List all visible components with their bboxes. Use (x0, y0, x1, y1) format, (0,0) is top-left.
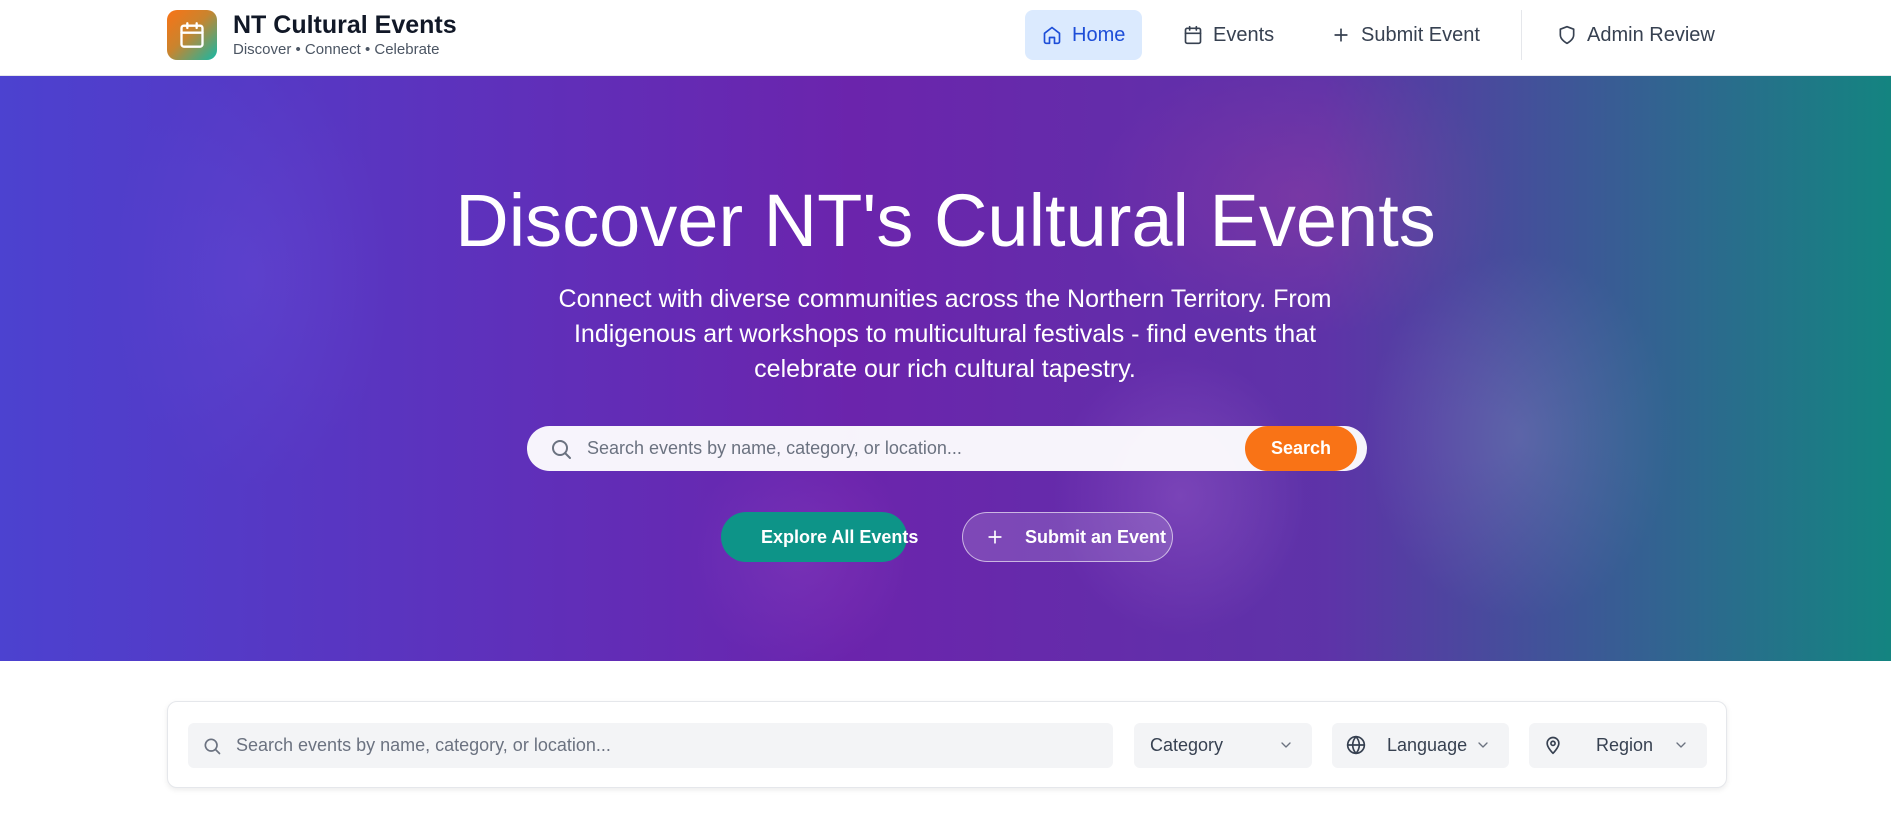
nav-item-home[interactable]: Home (1025, 10, 1143, 60)
chevron-down-icon (1478, 742, 1488, 748)
brand-title: NT Cultural Events (233, 11, 457, 39)
plus-icon (988, 530, 1002, 544)
brand-tagline: Discover • Connect • Celebrate (233, 41, 440, 58)
nav-item-label: Home (1072, 23, 1126, 46)
search-icon (552, 439, 571, 459)
explore-all-events-button[interactable]: Explore All Events (721, 512, 918, 562)
language-select-label: Language (1387, 735, 1468, 755)
chevron-down-icon (1281, 742, 1291, 748)
hero-search-bar: Search (527, 426, 1367, 471)
calendar-icon (167, 10, 217, 60)
nav-item-label: Events (1213, 23, 1275, 46)
chevron-down-icon (1676, 742, 1686, 748)
brand[interactable]: NT Cultural Events Discover • Connect • … (167, 10, 457, 60)
explore-all-events-label: Explore All Events (761, 526, 919, 547)
nav-item-submit-event[interactable]: Submit Event (1314, 10, 1497, 60)
region-select-label: Region (1596, 735, 1654, 755)
search-icon (204, 738, 221, 754)
nav-item-events[interactable]: Events (1166, 10, 1291, 60)
nav-item-admin-review[interactable]: Admin Review (1540, 10, 1732, 60)
submit-an-event-label: Submit an Event (1025, 526, 1167, 547)
nav-item-label: Submit Event (1361, 23, 1480, 46)
submit-an-event-button[interactable]: Submit an Event (962, 512, 1173, 562)
language-select[interactable]: Language (1332, 723, 1509, 768)
filter-search-field (188, 723, 1113, 768)
nav-item-label: Admin Review (1587, 23, 1715, 46)
hero-search-input[interactable] (587, 438, 1245, 459)
plus-icon (1334, 28, 1348, 42)
hero-section: Discover NT's Cultural Events Connect wi… (0, 76, 1891, 661)
filter-search-input[interactable] (236, 735, 1113, 756)
filter-bar: Category Language Region (167, 701, 1727, 788)
calendar-icon (1184, 25, 1202, 45)
home-icon (1043, 26, 1061, 45)
hero-search-button[interactable]: Search (1245, 426, 1357, 471)
category-select-label: Category (1150, 735, 1224, 755)
top-header: NT Cultural Events Discover • Connect • … (0, 0, 1891, 76)
nav-divider (1521, 10, 1522, 60)
globe-icon (1346, 735, 1366, 755)
category-select[interactable]: Category (1134, 723, 1312, 768)
hero-title: Discover NT's Cultural Events (455, 179, 1436, 262)
map-pin-icon (1546, 736, 1560, 755)
hero-description: Connect with diverse communities across … (558, 285, 1332, 383)
region-select[interactable]: Region (1529, 723, 1707, 768)
shield-icon (1559, 25, 1575, 45)
